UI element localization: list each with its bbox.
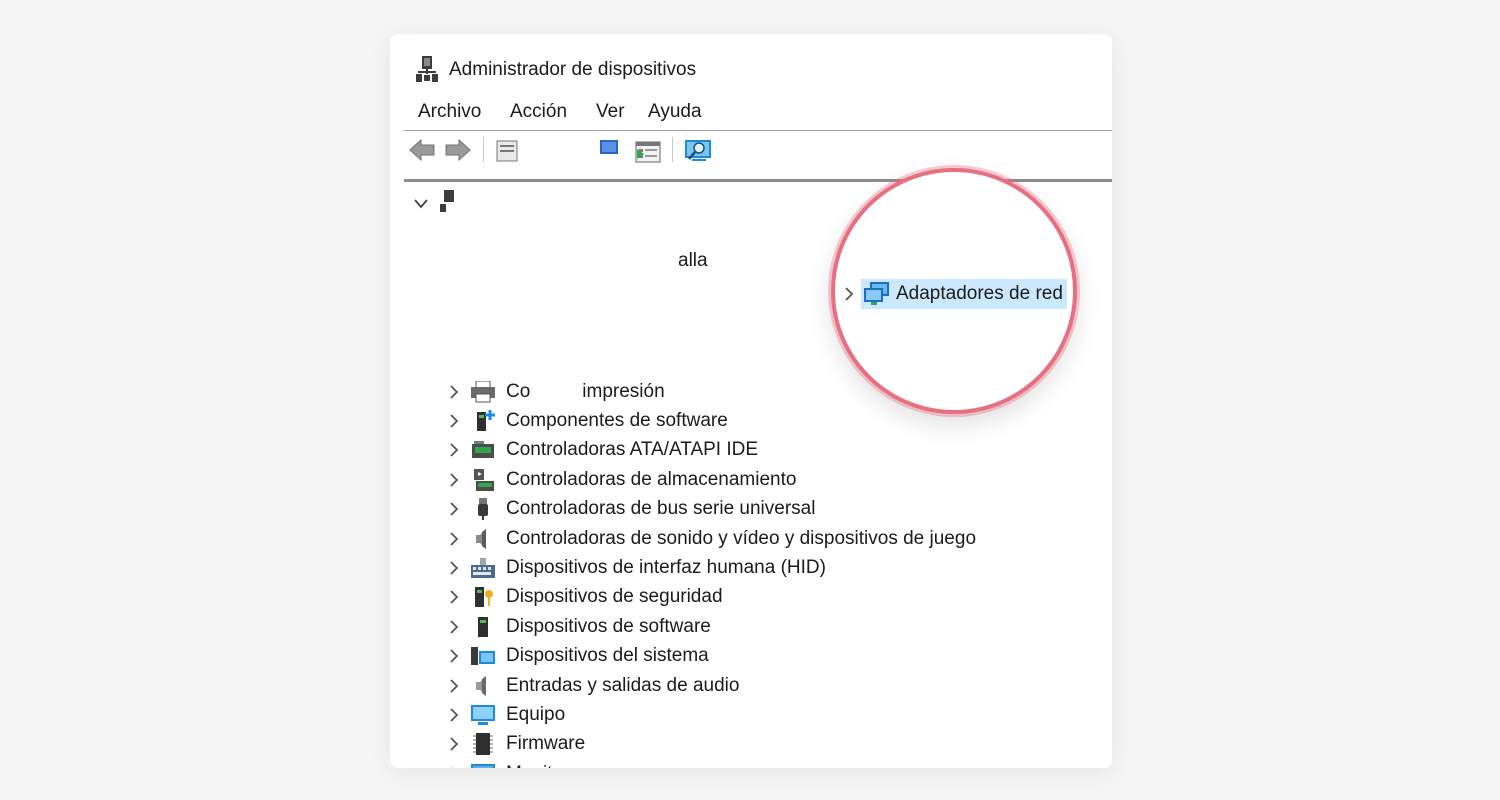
chevron-right-icon[interactable] [448,590,460,605]
menu-archivo[interactable]: Archivo [418,101,481,123]
tree-item[interactable]: Componentes de software [448,407,1088,436]
monitor-icon [470,763,496,768]
tree-item-label: Controladoras de bus serie universal [506,498,816,520]
tree-item[interactable]: Dispositivos del sistema [448,642,1088,671]
toolbar [390,132,1112,168]
tree-item[interactable]: Entradas y salidas de audio [448,672,1088,701]
tree-item-label: Controladoras de sonido y vídeo y dispos… [506,527,977,549]
software-component-icon [470,410,496,432]
tree-item-label: Dispositivos de software [506,615,711,637]
window-title: Administrador de dispositivos [449,59,697,80]
tree-item-label: Dispositivos del sistema [506,645,709,667]
chevron-right-icon[interactable] [448,649,460,663]
menu-bar: Archivo Acción Ver Ayuda [390,98,1112,130]
tree-item[interactable]: Dispositivos de software [448,613,1088,642]
tree-item[interactable]: Firmware [448,730,1088,759]
tree-item-adaptadores-de-red[interactable]: Adaptadores de red [835,277,1073,311]
chevron-right-icon[interactable] [843,287,855,301]
tree-item-label: Co impresión [506,381,665,403]
chevron-right-icon[interactable] [448,385,460,399]
ide-controller-icon [470,439,496,461]
firmware-chip-icon [470,733,496,756]
tree-item-label: Adaptadores de red [896,283,1063,304]
audio-io-icon [470,675,496,697]
network-adapter-icon [863,282,891,306]
tree-item[interactable]: Dispositivos de seguridad [448,583,1088,612]
tree-item-label: Equipo [506,704,566,725]
chevron-right-icon[interactable] [448,414,460,428]
tree-item-label: Controladoras ATA/ATAPI IDE [506,439,759,461]
chevron-right-icon[interactable] [448,708,460,722]
menu-ver[interactable]: Ver [596,101,625,123]
tree-item[interactable]: Controladoras ATA/ATAPI IDE [448,436,1088,465]
back-arrow-icon[interactable] [408,134,436,166]
magnifier-callout: Adaptadores de red [831,168,1077,414]
software-device-icon [470,616,496,638]
title-bar: Administrador de dispositivos [390,34,1112,102]
chevron-right-icon[interactable] [448,767,460,768]
tree-item[interactable]: Monitores [448,760,1088,768]
printer-icon [470,380,496,403]
tree-item-label: Dispositivos de interfaz humana (HID) [506,557,826,578]
update-driver-icon[interactable] [596,134,624,166]
tree-item[interactable]: Equipo [448,701,1088,730]
security-device-icon [470,586,496,608]
tree-item-label: Controladoras de almacenamiento [506,468,797,490]
menu-divider [404,130,1112,131]
tree-item[interactable]: Dispositivos de interfaz humana (HID) [448,554,1088,583]
chevron-right-icon[interactable] [448,620,460,634]
system-devices-icon [470,645,496,667]
computer-root-icon [440,190,460,212]
show-hidden-icon[interactable] [634,134,662,166]
chevron-right-icon[interactable] [448,737,460,752]
chevron-right-icon[interactable] [448,473,460,487]
tree-item-label: Monitores [506,763,589,768]
computer-icon [470,704,496,726]
tree-item-label: Entradas y salidas de audio [506,674,740,696]
usb-icon [470,498,496,521]
forward-arrow-icon[interactable] [444,134,472,166]
tree-item[interactable]: Controladoras de bus serie universal [448,495,1088,524]
device-manager-window: Administrador de dispositivos Archivo Ac… [390,34,1112,768]
toolbar-separator [483,137,484,162]
toolbar-separator [672,137,673,162]
chevron-right-icon[interactable] [448,502,460,516]
chevron-right-icon[interactable] [448,561,460,575]
chevron-right-icon[interactable] [448,678,460,693]
chevron-down-icon[interactable] [414,196,428,209]
tree-item[interactable]: Controladoras de sonido y vídeo y dispos… [448,525,1088,554]
speaker-icon [470,528,496,550]
tree-item-label: Dispositivos de seguridad [506,586,723,608]
device-manager-icon [416,56,438,82]
chevron-right-icon[interactable] [448,443,460,458]
partial-label-fragment: Co [506,381,531,402]
partial-label-fragment: impresión [582,381,665,402]
properties-icon[interactable] [494,134,522,166]
partial-item-suffix: alla [678,250,708,271]
scan-hardware-icon[interactable] [684,134,712,166]
tree-item-label: Firmware [506,733,586,755]
tree-item-label: Componentes de software [506,410,728,431]
menu-ayuda[interactable]: Ayuda [648,101,702,123]
menu-accion[interactable]: Acción [510,101,567,123]
tree-item[interactable]: Controladoras de almacenamiento [448,466,1088,495]
chevron-right-icon[interactable] [448,531,460,546]
storage-controller-icon [470,468,496,491]
hid-icon [470,557,496,579]
